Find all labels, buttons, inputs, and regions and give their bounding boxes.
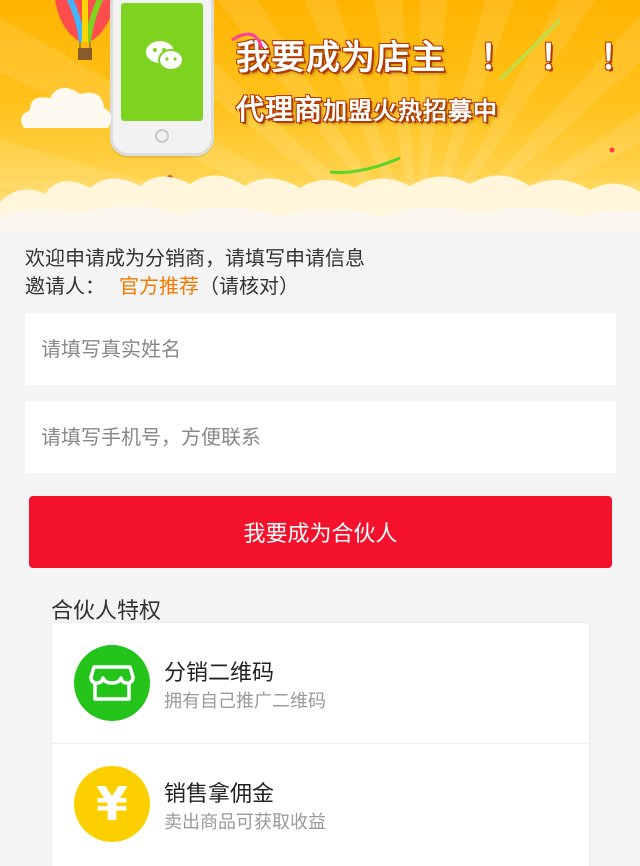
welcome-text: 欢迎申请成为分销商，请填写申请信息 xyxy=(25,246,365,270)
perk-item-qrcode: 分销二维码 拥有自己推广二维码 xyxy=(52,623,591,743)
perks-card: 分销二维码 拥有自己推广二维码 ¥ 销售拿佣金 卖出商品可获取收益 xyxy=(51,622,591,866)
small-cloud xyxy=(21,87,112,128)
become-partner-button[interactable]: 我要成为合伙人 xyxy=(29,496,612,568)
inviter-label: 邀请人： xyxy=(25,274,105,298)
promo-banner: 我要成为店主 ！！！ 代理商加盟火热招募中 xyxy=(0,0,640,232)
perk-desc: 拥有自己推广二维码 xyxy=(164,691,326,712)
yen-icon: ¥ xyxy=(74,766,150,842)
perk-item-commission: ¥ 销售拿佣金 卖出商品可获取收益 xyxy=(52,743,591,863)
intro-text: 欢迎申请成为分销商，请填写申请信息 邀请人： 官方推荐（请核对） xyxy=(25,244,365,300)
inviter-line: 邀请人： 官方推荐（请核对） xyxy=(25,272,365,300)
inviter-value: 官方推荐 xyxy=(119,274,199,298)
perk-title: 分销二维码 xyxy=(164,661,275,686)
inviter-note: （请核对） xyxy=(199,274,299,298)
perk-desc: 卖出商品可获取收益 xyxy=(164,812,326,833)
store-icon xyxy=(74,645,150,721)
phone-input[interactable] xyxy=(25,401,616,473)
perks-title: 合伙人特权 xyxy=(51,599,162,624)
name-input[interactable] xyxy=(25,313,616,385)
perk-title: 销售拿佣金 xyxy=(164,782,275,807)
cloud-band xyxy=(0,175,640,232)
